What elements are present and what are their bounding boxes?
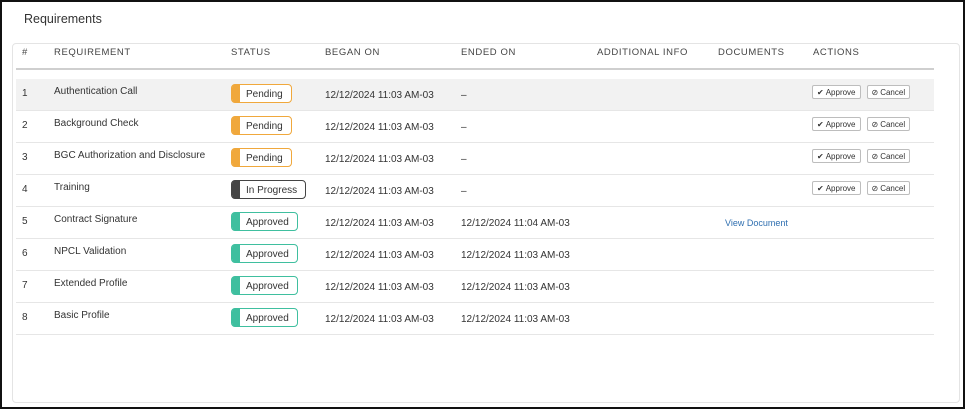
ended-on: 12/12/2024 11:04 AM-03 [461,218,570,229]
requirement-name: Background Check [54,118,139,129]
began-on: 12/12/2024 11:03 AM-03 [325,250,434,261]
row-number: 8 [22,312,28,323]
table-row: 5 Contract Signature Approved 12/12/2024 11… [16,207,934,239]
cancel-button[interactable]: ⊘ Cancel [866,149,911,163]
row-number: 4 [22,184,28,195]
began-on: 12/12/2024 11:03 AM-03 [325,186,434,197]
requirement-name: NPCL Validation [54,246,127,257]
column-header-began: BEGAN ON [325,47,380,58]
approve-button[interactable]: ✔ Approve [812,85,861,99]
page-title: Requirements [24,12,102,26]
check-icon: ✔ [817,87,824,97]
column-header-actions: ACTIONS [813,47,860,58]
requirement-name: Extended Profile [54,278,128,289]
cancel-button[interactable]: ⊘ Cancel [866,181,911,195]
ban-icon: ⊘ [871,183,879,193]
window-frame: Requirements # REQUIREMENT STATUS BEGAN … [0,0,965,409]
header-divider [16,68,934,70]
ended-on: – [461,122,467,133]
began-on: 12/12/2024 11:03 AM-03 [325,154,434,165]
status-badge: Pending [231,148,292,167]
approve-button[interactable]: ✔ Approve [812,117,861,131]
requirement-name: Contract Signature [54,214,138,225]
requirement-name: BGC Authorization and Disclosure [54,150,206,161]
status-cell: Approved [231,276,298,295]
column-header-ended: ENDED ON [461,47,516,58]
column-header-number: # [22,47,28,58]
status-cell: Pending [231,84,292,103]
ended-on: – [461,90,467,101]
row-actions: ✔ Approve ⊘ Cancel [812,117,911,131]
began-on: 12/12/2024 11:03 AM-03 [325,314,434,325]
status-badge: Approved [231,212,298,231]
ended-on: 12/12/2024 11:03 AM-03 [461,314,570,325]
ended-on: 12/12/2024 11:03 AM-03 [461,282,570,293]
row-number: 6 [22,248,28,259]
status-badge: Pending [231,84,292,103]
row-number: 3 [22,152,28,163]
status-cell: In Progress [231,180,307,199]
ban-icon: ⊘ [871,151,879,161]
requirement-name: Authentication Call [54,86,138,97]
ended-on: 12/12/2024 11:03 AM-03 [461,250,570,261]
status-cell: Approved [231,244,298,263]
row-actions: ✔ Approve ⊘ Cancel [812,149,911,163]
row-number: 7 [22,280,28,291]
ended-on: – [461,154,467,165]
table-header: # REQUIREMENT STATUS BEGAN ON ENDED ON A… [16,47,934,69]
row-actions: ✔ Approve ⊘ Cancel [812,181,911,195]
row-number: 5 [22,216,28,227]
status-badge: Approved [231,276,298,295]
approve-label: Approve [825,151,856,161]
began-on: 12/12/2024 11:03 AM-03 [325,282,434,293]
status-badge: Approved [231,244,298,263]
requirement-name: Training [54,182,90,193]
cancel-label: Cancel [880,183,906,193]
cancel-label: Cancel [880,151,906,161]
table-row: 4 Training In Progress 12/12/2024 11:03 AM-… [16,175,934,207]
approve-button[interactable]: ✔ Approve [812,181,861,195]
cancel-button[interactable]: ⊘ Cancel [866,85,911,99]
status-cell: Approved [231,308,298,327]
began-on: 12/12/2024 11:03 AM-03 [325,218,434,229]
row-actions: ✔ Approve ⊘ Cancel [812,85,911,99]
row-number: 1 [22,88,28,99]
status-cell: Pending [231,116,292,135]
ban-icon: ⊘ [871,87,879,97]
ended-on: – [461,186,467,197]
status-badge: In Progress [231,180,307,199]
approve-button[interactable]: ✔ Approve [812,149,861,163]
began-on: 12/12/2024 11:03 AM-03 [325,122,434,133]
column-header-status: STATUS [231,47,271,58]
approve-label: Approve [825,87,856,97]
began-on: 12/12/2024 11:03 AM-03 [325,90,434,101]
table-row: 2 Background Check Pending 12/12/2024 11:03… [16,111,934,143]
cancel-label: Cancel [880,119,906,129]
table-row: 3 BGC Authorization and Disclosure Pending… [16,143,934,175]
check-icon: ✔ [817,119,824,129]
ban-icon: ⊘ [871,119,879,129]
row-number: 2 [22,120,28,131]
column-header-documents: DOCUMENTS [718,47,785,58]
view-document-link[interactable]: View Document [725,218,788,228]
status-cell: Pending [231,148,292,167]
column-header-additional-info: ADDITIONAL INFO [597,47,688,58]
status-cell: Approved [231,212,298,231]
approve-label: Approve [825,119,856,129]
approve-label: Approve [825,183,856,193]
cancel-label: Cancel [880,87,906,97]
status-badge: Approved [231,308,298,327]
check-icon: ✔ [817,151,824,161]
table-row: 7 Extended Profile Approved 12/12/2024 11:0… [16,271,934,303]
status-badge: Pending [231,116,292,135]
cancel-button[interactable]: ⊘ Cancel [866,117,911,131]
table-row: 8 Basic Profile Approved 12/12/2024 11:03 A… [16,303,934,335]
check-icon: ✔ [817,183,824,193]
table-row: 6 NPCL Validation Approved 12/12/2024 11:03… [16,239,934,271]
column-header-requirement: REQUIREMENT [54,47,131,58]
table-row: 1 Authentication Call Pending 12/12/2024 11… [16,79,934,111]
requirement-name: Basic Profile [54,310,110,321]
